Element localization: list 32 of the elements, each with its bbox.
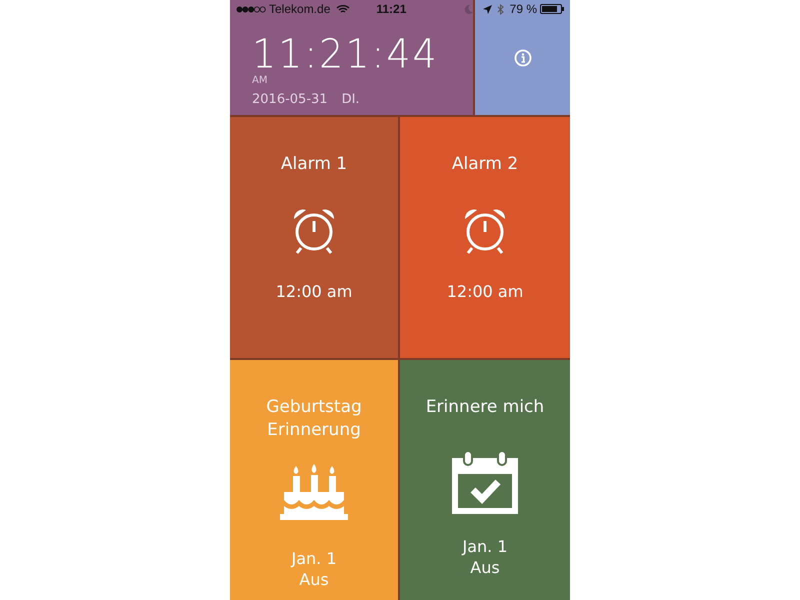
battery-icon	[540, 4, 564, 14]
bluetooth-icon	[496, 4, 504, 14]
alarm-tile[interactable]: Alarm 2 12:00 am	[400, 117, 570, 358]
calendar-check-icon	[450, 450, 520, 516]
tile-title: Geburtstag Erinnerung	[265, 396, 363, 442]
clock-time: 11:21:44	[252, 33, 440, 75]
tile-detail: 12:00 am	[276, 281, 352, 302]
carrier-label: Telekom.de	[269, 2, 330, 16]
alarm-clock-icon	[291, 207, 337, 255]
alarm-clock-icon	[462, 207, 508, 255]
weekday-label: DI.	[342, 92, 360, 107]
tile-detail: Jan. 1	[291, 548, 336, 568]
battery-percent: 79 %	[510, 2, 537, 16]
birthday-cake-icon	[279, 462, 349, 522]
info-tile[interactable]	[475, 0, 570, 115]
reminder-tile[interactable]: Erinnere mich Jan. 1 Aus	[400, 360, 570, 600]
tile-title: Alarm 2	[452, 153, 518, 176]
tile-detail: Jan. 1	[462, 536, 508, 556]
meridiem-label: AM	[252, 75, 268, 86]
info-icon	[514, 48, 532, 66]
wifi-icon	[336, 4, 350, 14]
signal-dots-icon	[236, 6, 266, 12]
tile-detail: Aus	[469, 556, 501, 578]
tile-title: Erinnere mich	[426, 396, 544, 418]
date-label: 2016-05-31	[252, 92, 328, 107]
moon-icon	[464, 4, 473, 14]
tile-detail: 12:00 am	[446, 281, 524, 302]
location-arrow-icon	[482, 4, 492, 14]
tile-title: Alarm 1	[280, 153, 348, 176]
tile-detail: Aus	[298, 568, 330, 590]
status-time: 11:21	[376, 2, 406, 16]
alarm-tile[interactable]: Alarm 1 12:00 am	[230, 117, 398, 358]
